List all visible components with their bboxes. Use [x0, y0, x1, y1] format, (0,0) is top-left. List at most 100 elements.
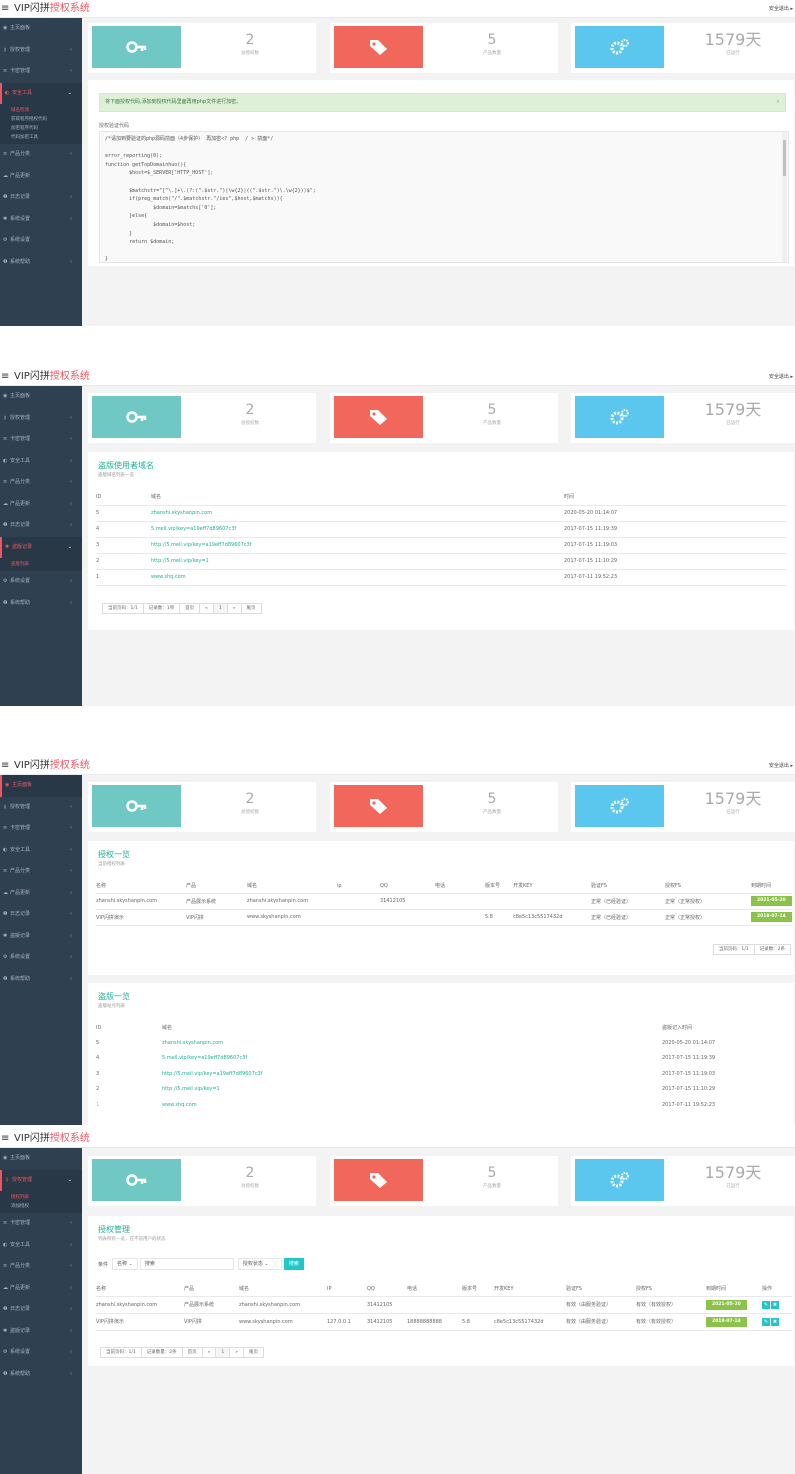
hamburger-icon[interactable]: ≡ [1, 0, 9, 18]
table-cell[interactable]: www.shq.com [162, 1097, 662, 1113]
sidebar-item[interactable]: ◉ 主页面板 [0, 386, 82, 408]
hamburger-icon[interactable]: ≡ [1, 757, 9, 775]
sidebar-item[interactable]: ◐ 安全工具 ‹ [0, 451, 82, 473]
column-header[interactable]: QQ [367, 1282, 407, 1296]
sidebar-subitem[interactable]: 加密程序代码 [0, 124, 82, 133]
column-header[interactable]: 授权FS [665, 879, 751, 893]
column-header[interactable]: 电话 [407, 1282, 462, 1296]
sidebar-item[interactable]: ◐ 安全工具 ‹ [0, 1235, 82, 1257]
table-cell[interactable]: zhanshi.skyshanpin.com [151, 505, 564, 521]
delete-icon[interactable]: ✖ [771, 1317, 779, 1326]
logout-link[interactable]: 安全退出 ▸ [769, 368, 793, 386]
sidebar-item[interactable]: ⚙ 系统设置 ‹ [0, 1342, 82, 1364]
status-select[interactable]: 授权状态 ⌄ [237, 1258, 282, 1270]
table-cell[interactable]: http://5.meil.vip/key=a19eff7d89607c3f [151, 537, 564, 553]
column-header[interactable]: 版本号 [462, 1282, 494, 1296]
sidebar-item[interactable]: ◉ 主页面板 [0, 775, 82, 797]
column-header[interactable]: 到期时间 [706, 1282, 762, 1296]
table-cell[interactable]: 5.meil.vip/key=a19eff7d89607c3f [151, 521, 564, 537]
sidebar-item[interactable]: ❷ 系统帮助 ‹ [0, 1364, 82, 1386]
sidebar-item[interactable]: ✱ 系统设置 ‹ [0, 209, 82, 231]
sidebar-item[interactable]: ◐ 安全工具 ⌄ [0, 82, 82, 104]
code-textarea[interactable]: /*请加到要验证的php源码前面（4步保护） 再加密<? php / > 前面*… [99, 131, 789, 263]
search-button[interactable]: 搜索 [283, 1258, 304, 1270]
sidebar-item[interactable]: ⚙ 系统设置 ‹ [0, 571, 82, 593]
pagination-item[interactable]: « [201, 1347, 217, 1358]
sidebar-item[interactable]: ❷ 系统帮助 ‹ [0, 252, 82, 274]
column-header[interactable]: 域名 [247, 879, 337, 893]
hamburger-icon[interactable]: ≡ [1, 1130, 9, 1148]
sidebar-item[interactable]: ◐ 安全工具 ‹ [0, 840, 82, 862]
sidebar-item[interactable]: ≡ 卡密管理 ‹ [0, 429, 82, 451]
sidebar-item[interactable]: ≡ 卡密管理 ‹ [0, 61, 82, 83]
sidebar-item[interactable]: ☁ 产品更新 ‹ [0, 883, 82, 905]
pagination-item[interactable]: 1 [215, 1347, 231, 1358]
pagination-item[interactable]: « [199, 603, 214, 614]
sidebar-subitem[interactable]: 授权列表 [0, 1193, 82, 1202]
sidebar-item[interactable]: ⚷ 授权管理 ‹ [0, 408, 82, 430]
delete-icon[interactable]: ✖ [771, 1300, 779, 1309]
column-header[interactable]: 名称 [96, 879, 186, 893]
sidebar-item[interactable]: ❶ 日志记录 ‹ [0, 904, 82, 926]
table-cell[interactable]: http://5.meil.vip/key=1 [151, 553, 564, 569]
column-header[interactable]: ip [337, 879, 380, 893]
table-cell[interactable]: www.shq.com [151, 569, 564, 585]
scrollbar[interactable] [782, 132, 787, 262]
pagination-item[interactable]: 首页 [179, 603, 201, 614]
column-header[interactable]: 名称 [96, 1282, 184, 1296]
column-header[interactable]: 验证FS [566, 1282, 636, 1296]
sidebar-item[interactable]: ⚙ 系统设置 ‹ [0, 947, 82, 969]
column-header[interactable]: 开发KEY [494, 1282, 566, 1296]
table-cell[interactable]: zhanshi.skyshanpin.com [162, 1035, 662, 1051]
search-field-select[interactable]: 名称 ⌄ [112, 1258, 138, 1270]
search-input[interactable]: 搜索 [139, 1258, 234, 1270]
pagination-item[interactable]: » [229, 1347, 245, 1358]
sidebar-item[interactable]: ≡ 产品分类 ‹ [0, 861, 82, 883]
pagination-item[interactable]: 1 [212, 603, 228, 614]
column-header[interactable]: 验证FS [591, 879, 665, 893]
edit-icon[interactable]: ✎ [762, 1300, 770, 1309]
sidebar-subitem[interactable]: 代码加密工具 [0, 133, 82, 142]
column-header[interactable]: 操作 [762, 1282, 792, 1296]
sidebar-item[interactable]: ❶ 日志记录 ‹ [0, 515, 82, 537]
logout-link[interactable]: 安全退出 ▸ [769, 0, 793, 18]
column-header[interactable]: 开发KEY [513, 879, 591, 893]
sidebar-item[interactable]: ≡ 卡密管理 ‹ [0, 1213, 82, 1235]
sidebar-item[interactable]: ✱ 盗版记录 ‹ [0, 926, 82, 948]
sidebar-item[interactable]: ☁ 产品更新 ‹ [0, 1278, 82, 1300]
column-header[interactable]: 域名 [239, 1282, 327, 1296]
sidebar-subitem[interactable]: 获取程序授权代码 [0, 115, 82, 124]
column-header[interactable]: 域名 [162, 1020, 662, 1035]
sidebar-subitem[interactable]: 添加授权 [0, 1202, 82, 1211]
pagination-item[interactable]: » [226, 603, 242, 614]
sidebar-subitem[interactable]: 域名检测 [0, 106, 82, 115]
sidebar-item[interactable]: ◉ 主页面板 [0, 18, 82, 40]
table-cell[interactable]: 5.meil.vip/key=a19eff7d89607c3f [162, 1051, 662, 1067]
sidebar-item[interactable]: ❶ 日志记录 ‹ [0, 1299, 82, 1321]
edit-icon[interactable]: ✎ [762, 1317, 770, 1326]
close-icon[interactable]: × [776, 94, 780, 111]
hamburger-icon[interactable]: ≡ [1, 368, 9, 386]
column-header[interactable]: 盗版记入时间 [662, 1020, 792, 1035]
sidebar-item[interactable]: ≡ 产品分类 ‹ [0, 144, 82, 166]
sidebar-item[interactable]: ≡ 产品分类 ‹ [0, 1256, 82, 1278]
column-header[interactable]: 版本号 [485, 879, 513, 893]
column-header[interactable]: 产品 [184, 1282, 239, 1296]
column-header[interactable]: 产品 [186, 879, 247, 893]
sidebar-item[interactable]: ☁ 产品更新 [0, 166, 82, 188]
table-cell[interactable]: http://5.meil.vip/key=1 [162, 1082, 662, 1098]
sidebar-item[interactable]: ⚷ 授权管理 ‹ [0, 797, 82, 819]
pagination-item[interactable]: 首页 [181, 1347, 203, 1358]
sidebar-item[interactable]: ◉ 主页面板 [0, 1148, 82, 1170]
sidebar-subitem[interactable]: 盗版列表 [0, 560, 82, 569]
column-header[interactable]: ID [96, 1020, 162, 1035]
column-header[interactable]: IP [327, 1282, 367, 1296]
sidebar-item[interactable]: ⚷ 授权管理 ⌄ [0, 1169, 82, 1191]
sidebar-item[interactable]: ❶ 日志记录 ‹ [0, 187, 82, 209]
sidebar-item[interactable]: ❷ 系统帮助 ‹ [0, 593, 82, 615]
sidebar-item[interactable]: ☁ 产品更新 ‹ [0, 494, 82, 516]
logout-link[interactable]: 安全退出 ▸ [769, 757, 793, 775]
column-header[interactable]: 到期时间 [751, 879, 792, 893]
column-header[interactable]: 电话 [435, 879, 485, 893]
pagination-item[interactable]: 尾页 [243, 1347, 265, 1358]
